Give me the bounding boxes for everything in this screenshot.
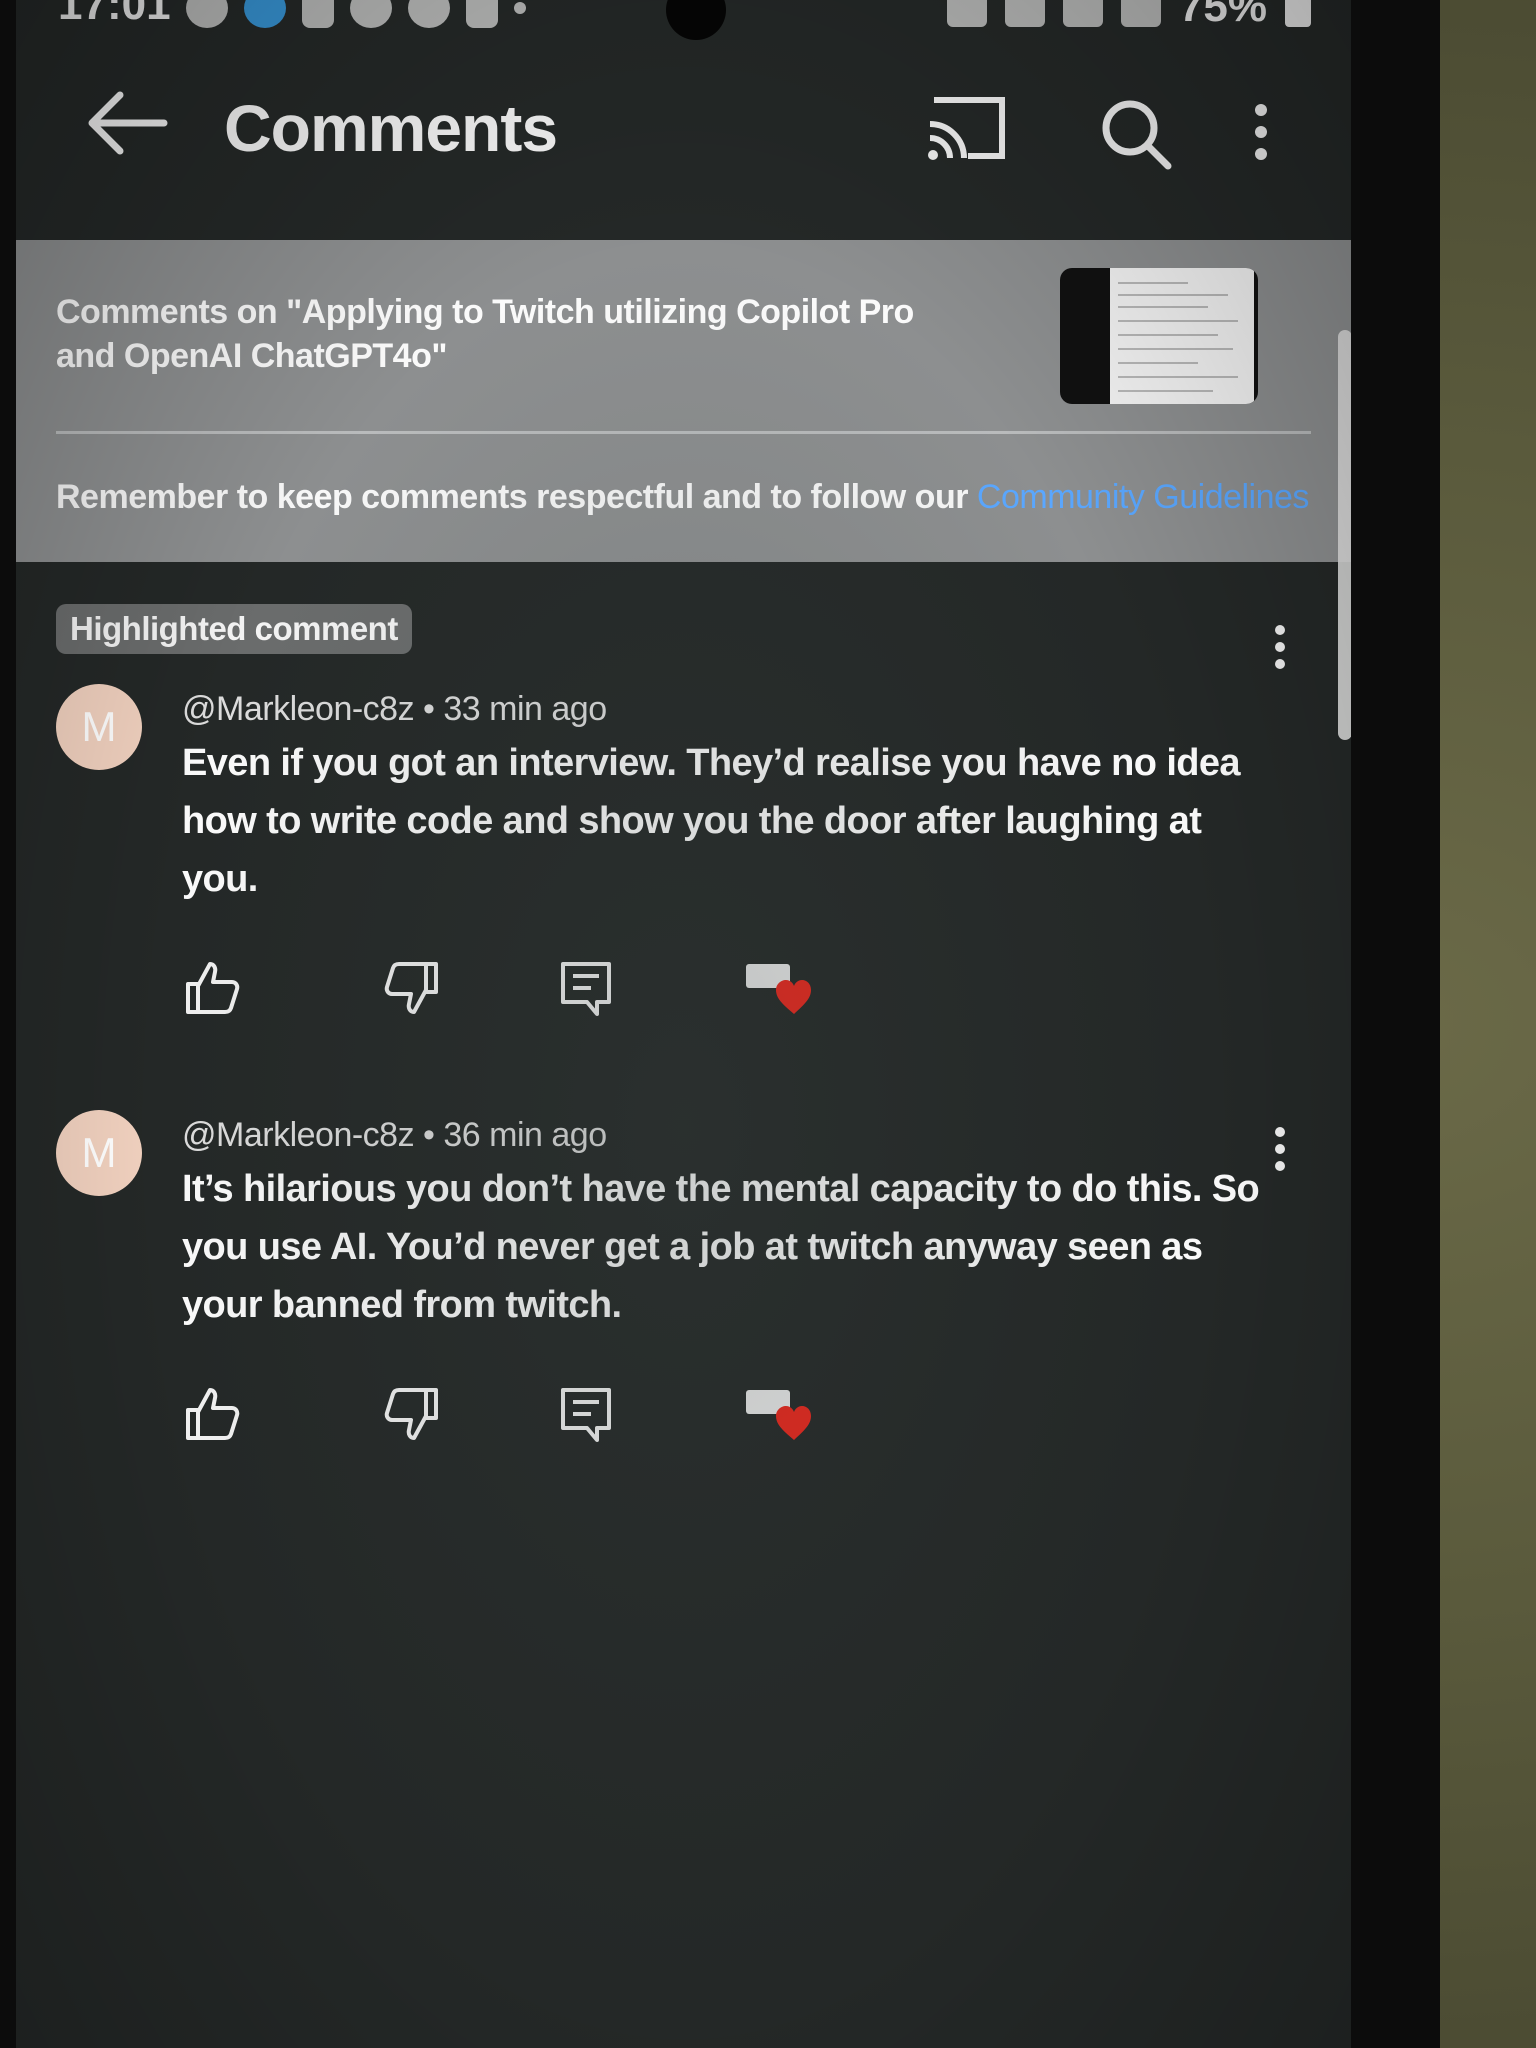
search-icon xyxy=(1102,100,1172,170)
status-bar: 17:01 75% xyxy=(16,0,1351,40)
reply-comment-icon xyxy=(561,962,611,1016)
creator-heart-badge xyxy=(742,958,812,1018)
reply-button[interactable] xyxy=(557,958,617,1018)
highlighted-comment-badge: Highlighted comment xyxy=(56,604,412,654)
comment-author-time[interactable]: @Markleon-c8z • 36 min ago xyxy=(182,1116,607,1155)
more-vert-icon xyxy=(1255,104,1267,160)
dislike-button[interactable] xyxy=(382,1384,442,1444)
comment-actions xyxy=(182,958,982,1028)
video-thumbnail[interactable] xyxy=(1060,268,1258,404)
more-notifications-dot-icon xyxy=(514,2,526,14)
shield-notification-icon xyxy=(302,0,334,28)
thumbs-up-icon xyxy=(186,962,240,1014)
activity-notification-icon xyxy=(408,0,450,28)
creator-heart-badge xyxy=(742,1384,812,1444)
page-title: Comments xyxy=(224,91,558,165)
thumbs-down-icon xyxy=(384,1388,438,1440)
app-bar: Comments xyxy=(16,60,1351,180)
battery-icon xyxy=(1285,0,1311,27)
reply-comment-icon xyxy=(561,1388,611,1442)
app-notification-icon xyxy=(350,0,392,28)
community-guidelines-link[interactable]: Community Guidelines xyxy=(977,478,1310,516)
location-notification-icon xyxy=(244,0,286,28)
comments-header-panel: Comments on "Applying to Twitch utilizin… xyxy=(16,240,1351,562)
phone-screen: 17:01 75% Comments Comments on "Applying… xyxy=(16,0,1351,2048)
system-status-icons: 75% xyxy=(946,0,1311,32)
dislike-button[interactable] xyxy=(382,958,442,1018)
comment-more-button[interactable] xyxy=(1268,620,1292,680)
back-arrow-icon xyxy=(88,91,168,155)
reply-button[interactable] xyxy=(557,1384,617,1444)
search-button[interactable] xyxy=(1096,94,1176,174)
notification-icons xyxy=(186,0,526,28)
battery-percent: 75% xyxy=(1178,0,1267,31)
chat-notification-icon xyxy=(186,0,228,28)
wifi-icon xyxy=(1062,0,1103,27)
front-camera xyxy=(666,0,726,40)
like-button[interactable] xyxy=(182,958,242,1018)
cast-button[interactable] xyxy=(924,94,1010,164)
signal-icon xyxy=(1120,0,1161,27)
like-button[interactable] xyxy=(182,1384,242,1444)
comment-author-time[interactable]: @Markleon-c8z • 33 min ago xyxy=(182,690,607,729)
header-divider xyxy=(56,431,1311,434)
gmail-notification-icon xyxy=(466,0,498,28)
cast-icon xyxy=(928,97,1005,160)
more-vert-icon xyxy=(1275,625,1285,669)
avatar[interactable]: M xyxy=(56,684,142,770)
comment-text: Even if you got an interview. They’d rea… xyxy=(182,742,1241,900)
scrollbar[interactable] xyxy=(1338,330,1351,740)
guidelines-notice: Remember to keep comments respectful and… xyxy=(56,478,1309,517)
status-time: 17:01 xyxy=(58,0,171,29)
creator-heart-icon xyxy=(746,964,811,1014)
comment-text: It’s hilarious you don’t have the mental… xyxy=(182,1168,1260,1326)
creator-heart-icon xyxy=(746,1390,811,1440)
video-title: Comments on "Applying to Twitch utilizin… xyxy=(56,293,914,375)
avatar[interactable]: M xyxy=(56,1110,142,1196)
thumbs-up-icon xyxy=(186,1388,240,1440)
comment-actions xyxy=(182,1384,982,1454)
guidelines-text: Remember to keep comments respectful and… xyxy=(56,478,977,516)
hotspot-icon xyxy=(1004,0,1045,27)
more-options-button[interactable] xyxy=(1246,96,1276,176)
thumbs-down-icon xyxy=(384,962,438,1014)
mute-icon xyxy=(946,0,987,27)
thumbnail-document-image xyxy=(1110,268,1254,404)
back-button[interactable] xyxy=(80,88,170,158)
